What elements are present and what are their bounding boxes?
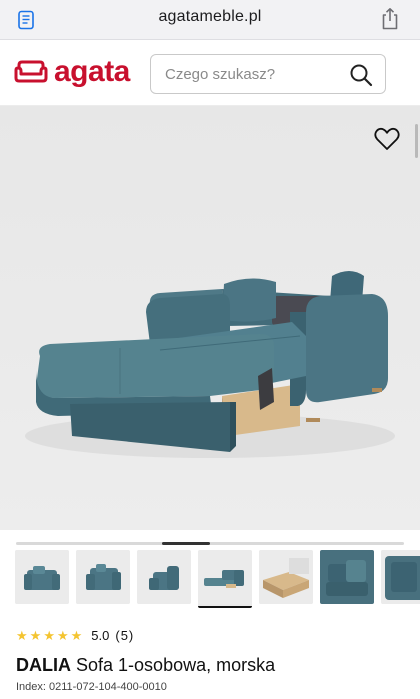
- star-icon: ★: [29, 627, 42, 643]
- thumbnail-7[interactable]: [381, 550, 420, 604]
- star-icon: ★: [70, 627, 83, 643]
- product-index: Index: 0211-072-104-400-0010: [16, 681, 167, 693]
- rating-count[interactable]: (5): [115, 628, 134, 643]
- url-field[interactable]: agatameble.pl: [0, 8, 420, 26]
- sofa-bed-illustration: [0, 106, 420, 530]
- star-icon: ★: [16, 627, 28, 643]
- product-brand: DALIA: [16, 655, 71, 675]
- search-box[interactable]: [150, 54, 386, 94]
- page-scroll-indicator: [415, 124, 418, 158]
- agata-logo[interactable]: agata: [14, 54, 130, 90]
- site-header: agata: [0, 40, 420, 106]
- product-title: DALIA Sofa 1-osobowa, morska: [16, 655, 275, 676]
- star-icon: ★: [56, 627, 69, 643]
- thumbnail-5[interactable]: [259, 550, 313, 604]
- product-rating[interactable]: ★ ★ ★ ★ ★ 5.0 (5): [16, 626, 134, 644]
- thumbnail-2[interactable]: [76, 550, 130, 604]
- thumbnail-3[interactable]: [137, 550, 191, 604]
- rating-stars: ★ ★ ★ ★ ★: [16, 629, 82, 642]
- browser-address-bar: agatameble.pl: [0, 0, 420, 40]
- carousel-progress-track: [16, 542, 404, 545]
- search-input[interactable]: [165, 55, 335, 93]
- product-main-image[interactable]: [0, 106, 420, 530]
- thumbnail-4[interactable]: [198, 550, 252, 608]
- logo-text: agata: [54, 55, 130, 88]
- carousel-progress-thumb[interactable]: [162, 542, 210, 545]
- share-icon[interactable]: [378, 6, 402, 32]
- search-icon[interactable]: [349, 63, 373, 87]
- thumbnail-strip: [15, 550, 420, 608]
- heart-icon[interactable]: [374, 126, 400, 152]
- sofa-logo-icon: [14, 60, 48, 83]
- thumbnail-1[interactable]: [15, 550, 69, 604]
- thumbnail-6[interactable]: [320, 550, 374, 604]
- product-name: Sofa 1-osobowa, morska: [76, 655, 276, 675]
- star-icon: ★: [43, 627, 55, 643]
- rating-value: 5.0: [91, 627, 110, 643]
